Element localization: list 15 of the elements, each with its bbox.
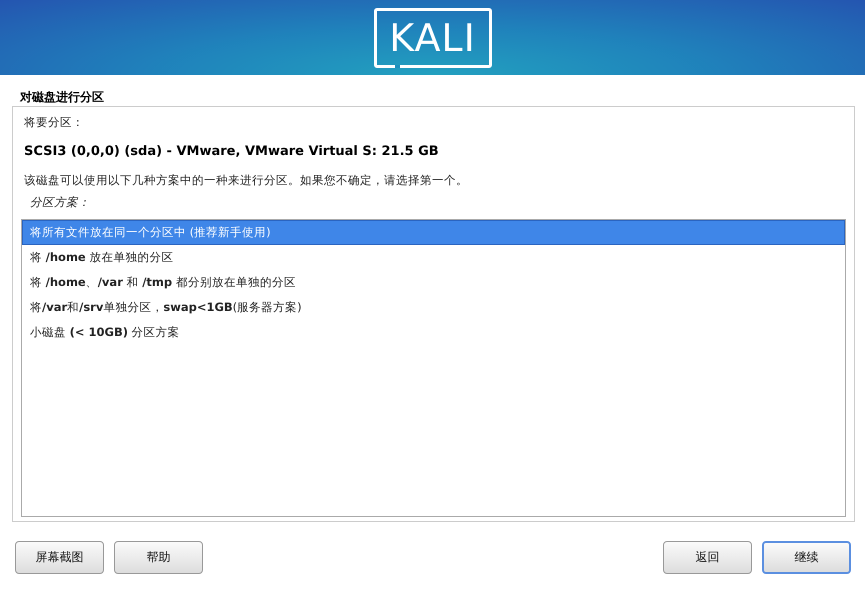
scheme-option[interactable]: 将 /home、/var 和 /tmp 都分别放在单独的分区	[22, 270, 845, 295]
action-button[interactable]: 继续	[762, 541, 851, 574]
disk-label: 将要分区：	[23, 115, 85, 130]
scheme-option[interactable]: 小磁盘 (< 10GB) 分区方案	[22, 320, 845, 345]
description-text: 该磁盘可以使用以下几种方案中的一种来进行分区。如果您不确定，请选择第一个。	[23, 173, 469, 188]
page-title: 对磁盘进行分区	[18, 89, 105, 106]
action-button[interactable]: 返回	[663, 541, 752, 574]
logo: KALI	[374, 8, 492, 68]
scheme-option[interactable]: 将/var和/srv单独分区，swap<1GB(服务器方案)	[22, 295, 845, 320]
disk-name: SCSI3 (0,0,0) (sda) - VMware, VMware Virtual S: 21.5 GB	[23, 143, 440, 161]
action-button[interactable]: 帮助	[114, 541, 203, 574]
scheme-option[interactable]: 将所有文件放在同一个分区中 (推荐新手使用)	[22, 220, 845, 245]
list-label: 分区方案：	[29, 194, 91, 211]
scheme-option[interactable]: 将 /home 放在单独的分区	[22, 245, 845, 270]
action-button[interactable]: 屏幕截图	[15, 541, 104, 574]
